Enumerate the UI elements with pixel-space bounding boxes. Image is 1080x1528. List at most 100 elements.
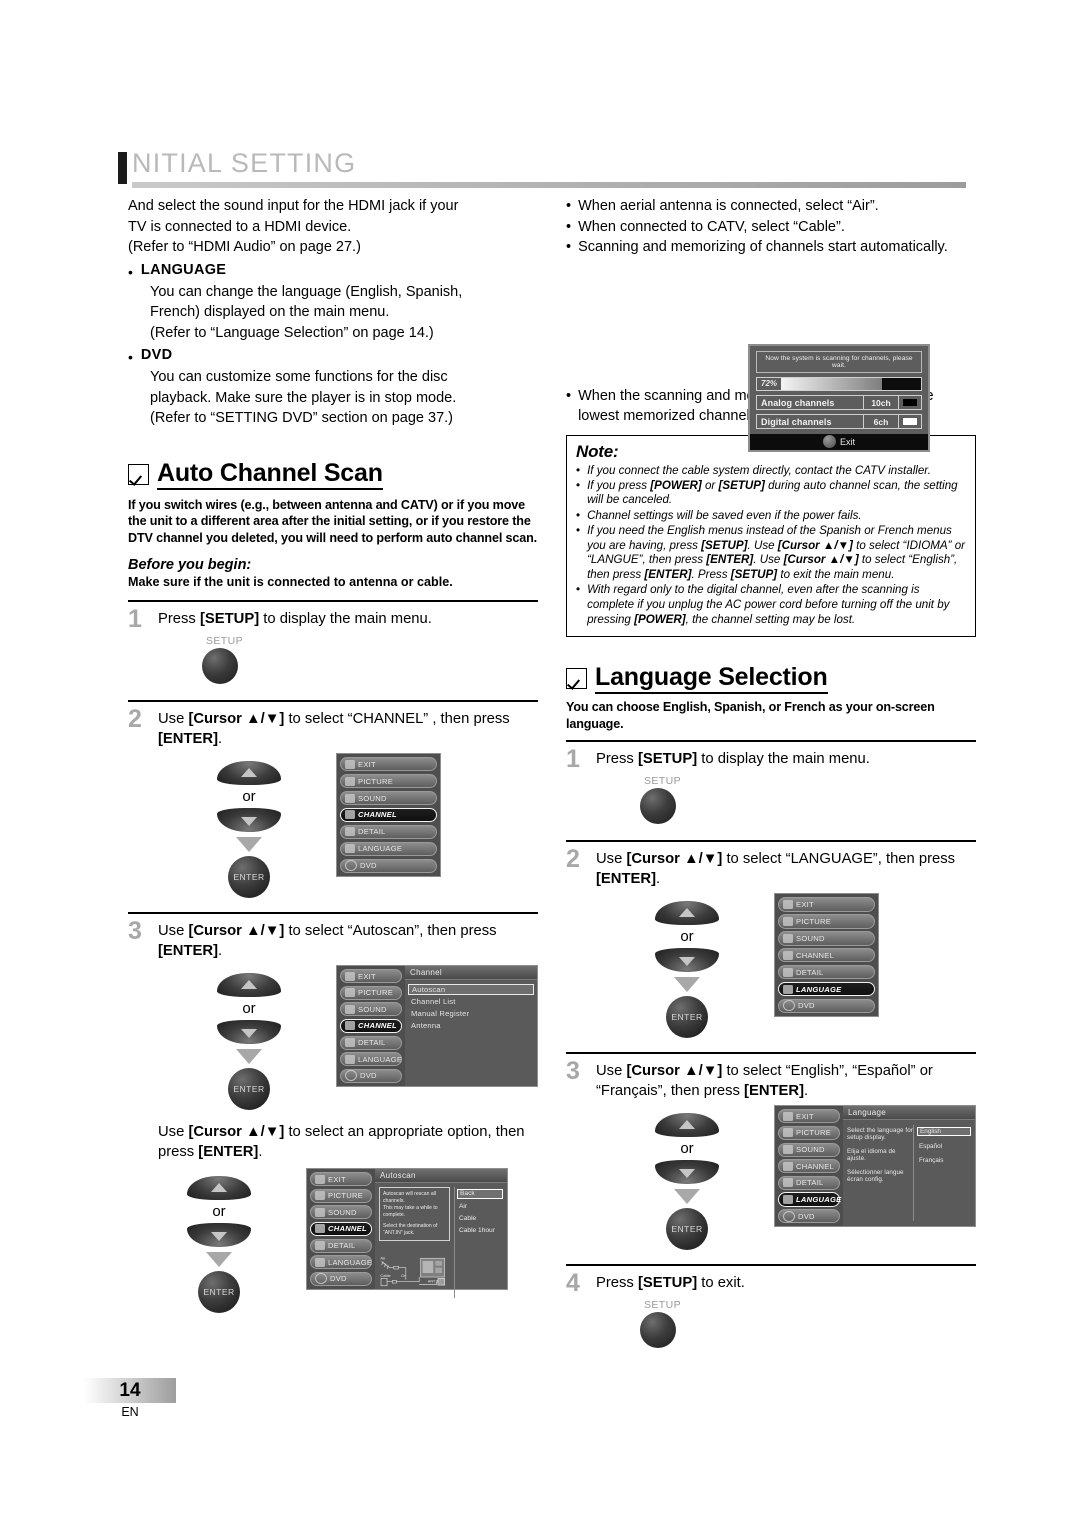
osd-item-label: EXIT xyxy=(796,899,814,909)
osd-option-manual-register[interactable]: Manual Register xyxy=(411,1009,531,1018)
cursor-down-button[interactable] xyxy=(217,1020,281,1044)
osd-item-channel[interactable]: CHANNEL xyxy=(778,1159,840,1174)
osd-item-language[interactable]: LANGUAGE xyxy=(778,1192,841,1207)
flow-arrow-down-icon xyxy=(674,1189,700,1205)
osd-item-channel[interactable]: CHANNEL xyxy=(340,1018,402,1034)
osd-item-dvd[interactable]: DVD xyxy=(310,1271,372,1286)
osd-content-pane: Channel Autoscan Channel List Manual Reg… xyxy=(405,966,537,1086)
osd-item-picture[interactable]: PICTURE xyxy=(310,1188,372,1203)
osd-item-picture[interactable]: PICTURE xyxy=(340,773,437,789)
osd-sidebar: EXIT PICTURE SOUND CHANNEL DETAIL LANGUA… xyxy=(337,966,405,1086)
osd-item-channel[interactable]: CHANNEL xyxy=(310,1221,372,1237)
scan-bullet-2: • When connected to CATV, select “Cable”… xyxy=(566,217,976,238)
note-item: • If you need the English menus instead … xyxy=(576,524,966,583)
section-header: NITIAL SETTING xyxy=(118,148,966,188)
enter-button-label: ENTER xyxy=(203,1287,235,1297)
language-option-english[interactable]: English xyxy=(917,1127,971,1137)
language-desc-3: (Refer to “Language Selection” on page 1… xyxy=(150,324,434,341)
osd-item-detail[interactable]: DETAIL xyxy=(340,824,437,840)
setting-item-language-label: LANGUAGE xyxy=(140,261,227,278)
cursor-down-button[interactable] xyxy=(187,1223,251,1247)
step-key-enter: [ENTER] xyxy=(158,943,219,959)
antenna-connection-diagram: Air Cable Or ANT.IN xyxy=(379,1244,450,1298)
osd-pane-title: Language xyxy=(843,1106,975,1121)
osd-item-exit[interactable]: EXIT xyxy=(778,897,875,912)
osd-item-language[interactable]: LANGUAGE xyxy=(340,841,437,857)
enter-button[interactable]: ENTER xyxy=(198,1271,240,1313)
osd-item-exit[interactable]: EXIT xyxy=(778,1109,840,1124)
osd-item-dvd[interactable]: DVD xyxy=(778,998,875,1014)
cursor-down-button[interactable] xyxy=(655,948,719,973)
osd-item-sound[interactable]: SOUND xyxy=(310,1205,372,1220)
exit-icon xyxy=(783,899,793,909)
autoscan-option-cable[interactable]: Cable xyxy=(459,1215,503,1223)
osd-option-antenna[interactable]: Antenna xyxy=(411,1021,531,1030)
osd-item-sound[interactable]: SOUND xyxy=(778,931,875,946)
setup-button-illustration[interactable]: SETUP xyxy=(640,1299,710,1349)
osd-item-detail[interactable]: DETAIL xyxy=(340,1035,402,1050)
step-text-mid: to select “Autoscan”, then press xyxy=(284,923,497,939)
enter-button[interactable]: ENTER xyxy=(666,996,708,1039)
setup-button-illustration[interactable]: SETUP xyxy=(640,775,710,825)
cursor-up-button[interactable] xyxy=(217,761,281,785)
language-option-espanol[interactable]: Español xyxy=(919,1143,971,1150)
cursor-up-button[interactable] xyxy=(187,1176,251,1200)
osd-item-exit[interactable]: EXIT xyxy=(310,1172,372,1187)
note-item-text: If you connect the cable system directly… xyxy=(587,464,931,479)
language-option-francais[interactable]: Français xyxy=(919,1157,971,1164)
osd-item-sound[interactable]: SOUND xyxy=(778,1142,840,1157)
osd-item-dvd[interactable]: DVD xyxy=(778,1209,840,1224)
cursor-up-button[interactable] xyxy=(655,1113,719,1138)
enter-button[interactable]: ENTER xyxy=(666,1208,708,1251)
autoscan-option-back[interactable]: Back xyxy=(457,1189,503,1199)
osd-item-channel[interactable]: CHANNEL xyxy=(340,807,437,823)
cursor-down-button[interactable] xyxy=(655,1160,719,1185)
step-key-cursor: [Cursor ▲/▼] xyxy=(188,923,285,939)
enter-button[interactable]: ENTER xyxy=(228,1068,270,1110)
step-text: Use [Cursor ▲/▼] to select “LANGUAGE”, t… xyxy=(596,849,976,889)
cursor-up-button[interactable] xyxy=(217,973,281,997)
osd-item-exit[interactable]: EXIT xyxy=(340,757,437,772)
note-key-enter: [ENTER] xyxy=(706,553,754,567)
or-label: or xyxy=(242,788,256,805)
osd-item-channel[interactable]: CHANNEL xyxy=(778,948,875,963)
setup-button-illustration[interactable]: SETUP xyxy=(202,635,272,684)
osd-item-picture[interactable]: PICTURE xyxy=(340,985,402,1000)
osd-item-sound[interactable]: SOUND xyxy=(340,1002,402,1017)
scan-exit-row[interactable]: Exit xyxy=(750,434,928,450)
picture-icon xyxy=(783,916,793,926)
osd-item-sound[interactable]: SOUND xyxy=(340,790,437,806)
cursor-down-button[interactable] xyxy=(217,808,281,832)
osd-item-picture[interactable]: PICTURE xyxy=(778,914,875,929)
osd-item-picture[interactable]: PICTURE xyxy=(778,1125,840,1141)
note-key-power: [POWER] xyxy=(650,478,702,492)
enter-button[interactable]: ENTER xyxy=(228,856,270,898)
note-item: • If you connect the cable system direct… xyxy=(576,464,966,479)
osd-item-language[interactable]: LANGUAGE xyxy=(340,1052,402,1067)
osd-option-autoscan[interactable]: Autoscan xyxy=(408,984,534,995)
osd-item-label: DVD xyxy=(360,1071,377,1081)
osd-item-exit[interactable]: EXIT xyxy=(340,969,402,984)
osd-item-detail[interactable]: DETAIL xyxy=(778,1175,840,1190)
step-number: 3 xyxy=(128,917,142,945)
osd-item-language[interactable]: LANGUAGE xyxy=(778,981,875,997)
cursor-up-button[interactable] xyxy=(655,901,719,926)
setup-knob-icon[interactable] xyxy=(202,648,238,684)
setting-item-language: • LANGUAGE xyxy=(128,262,538,282)
osd-item-detail[interactable]: DETAIL xyxy=(778,964,875,980)
osd-item-language[interactable]: LANGUAGE xyxy=(310,1255,372,1270)
setup-knob-icon[interactable] xyxy=(640,788,676,825)
note-frag: . Use xyxy=(753,553,784,567)
note-frag: Channel settings will be saved even if t… xyxy=(587,508,862,522)
triangle-down-icon xyxy=(241,816,257,826)
setup-knob-icon[interactable] xyxy=(640,1312,676,1349)
step-text-post: to exit. xyxy=(697,1275,745,1292)
osd-item-dvd[interactable]: DVD xyxy=(340,858,437,873)
osd-option-channel-list[interactable]: Channel List xyxy=(411,997,531,1006)
osd-item-dvd[interactable]: DVD xyxy=(340,1068,402,1083)
osd-item-detail[interactable]: DETAIL xyxy=(310,1238,372,1253)
osd-item-label: EXIT xyxy=(328,1174,346,1184)
autoscan-option-cable-1hour[interactable]: Cable 1hour xyxy=(459,1227,503,1235)
autoscan-option-air[interactable]: Air xyxy=(459,1203,503,1211)
bullet-dot-icon: • xyxy=(128,263,133,280)
